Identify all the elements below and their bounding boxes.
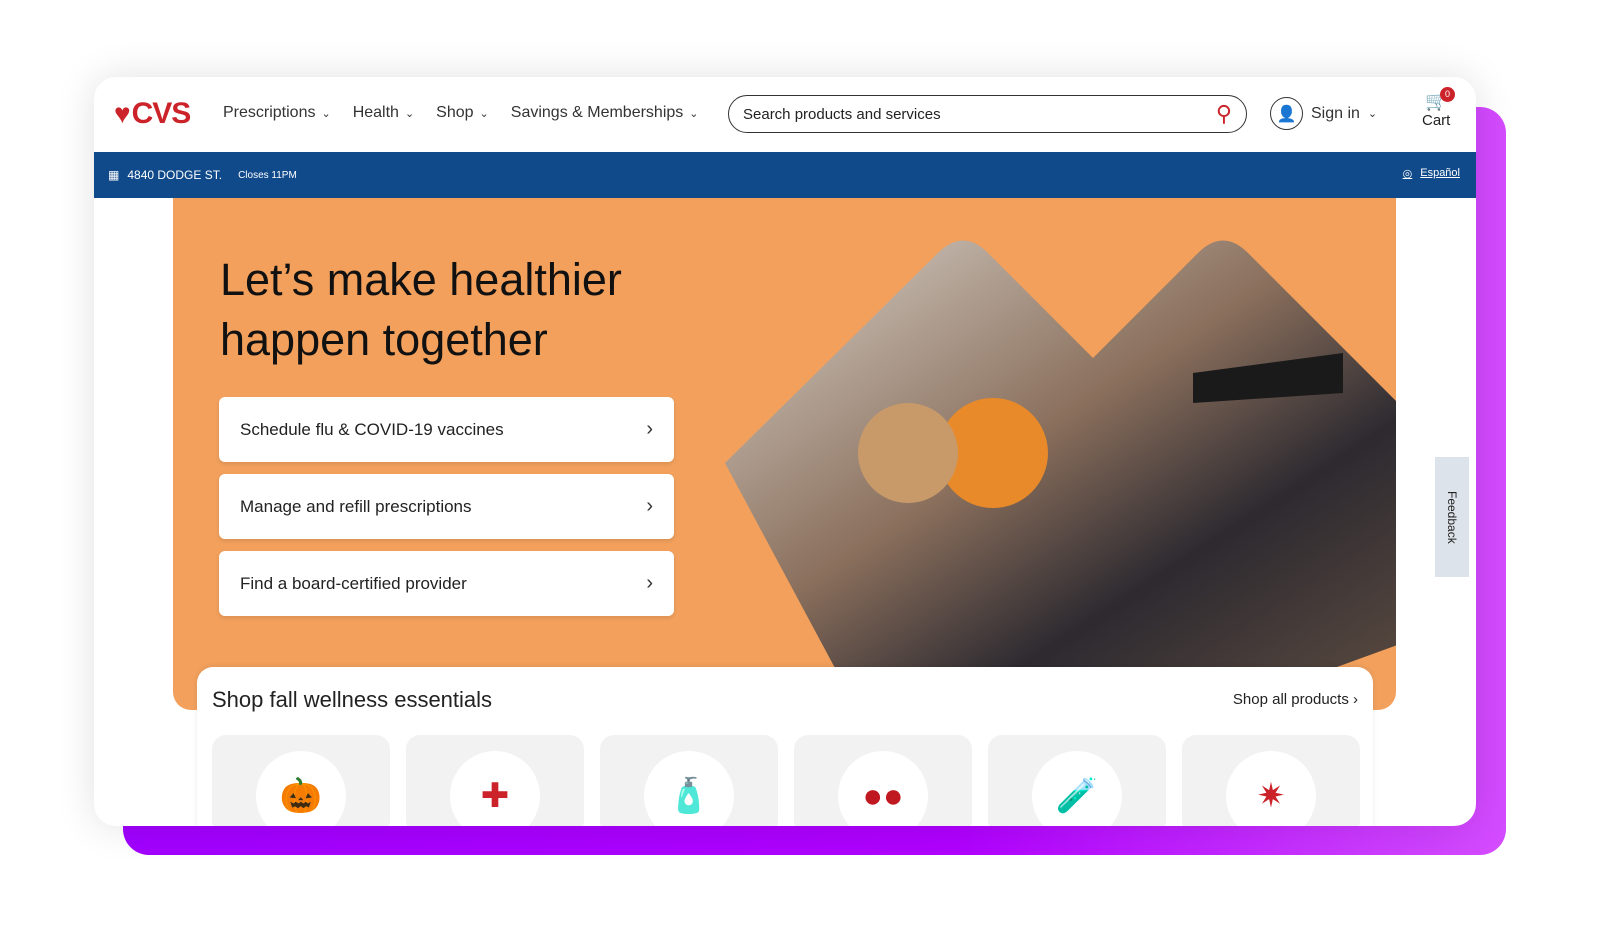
product-card[interactable]: 🎃 xyxy=(212,735,390,826)
cough-drops-icon: ●● xyxy=(838,751,928,826)
nav-shop[interactable]: Shop ⌄ xyxy=(436,104,489,122)
vitamin-bottle-icon: 🧴 xyxy=(644,751,734,826)
nav-label: Health xyxy=(352,104,399,121)
pumpkin-bucket-icon: 🎃 xyxy=(256,751,346,826)
cold-medicine-icon: 🧪 xyxy=(1032,751,1122,826)
store-hours: Closes 11PM xyxy=(238,169,297,181)
globe-icon: ◎ xyxy=(1402,168,1413,180)
chevron-right-icon: › xyxy=(646,495,653,517)
cta-label: Find a board-certified provider xyxy=(240,573,467,593)
cta-prescriptions[interactable]: Manage and refill prescriptions › xyxy=(219,474,674,539)
nav-savings[interactable]: Savings & Memberships ⌄ xyxy=(511,104,699,122)
language-link[interactable]: Español xyxy=(1420,167,1460,180)
first-aid-kit-icon: ✚ xyxy=(450,751,540,826)
feedback-tab[interactable]: Feedback xyxy=(1435,457,1469,577)
browser-window: ♥ CVS Prescriptions ⌄ Health ⌄ Shop ⌄ Saving… xyxy=(94,77,1476,826)
cta-provider[interactable]: Find a board-certified provider › xyxy=(219,551,674,616)
logo-text: CVS xyxy=(131,97,192,130)
chevron-right-icon: › xyxy=(646,572,653,594)
shop-title: Shop fall wellness essentials xyxy=(212,687,493,712)
product-card[interactable]: ✚ xyxy=(406,735,584,826)
chevron-down-icon: ⌄ xyxy=(404,107,415,120)
cvs-logo[interactable]: ♥ CVS xyxy=(114,97,192,131)
chevron-down-icon: ⌄ xyxy=(689,107,699,120)
search-icon[interactable]: ⚲ xyxy=(1216,101,1232,127)
cart-label: Cart xyxy=(1422,112,1451,129)
store-address[interactable]: 4840 DODGE ST. xyxy=(127,168,222,182)
header: ♥ CVS Prescriptions ⌄ Health ⌄ Shop ⌄ Saving… xyxy=(94,77,1476,152)
cta-label: Schedule flu & COVID-19 vaccines xyxy=(240,419,504,439)
sign-in-label: Sign in xyxy=(1311,104,1360,122)
shop-section: Shop fall wellness essentials Shop all p… xyxy=(197,667,1373,826)
cart-button[interactable]: 🛒 0 Cart xyxy=(1422,87,1455,129)
shop-all-label: Shop all products xyxy=(1232,691,1349,708)
hero-title: Let’s make healthier happen together xyxy=(220,254,622,365)
nav-prescriptions[interactable]: Prescriptions ⌄ xyxy=(223,104,331,122)
cta-label: Manage and refill prescriptions xyxy=(240,496,472,516)
chevron-down-icon: ⌄ xyxy=(321,107,331,120)
cart-count-badge: 0 xyxy=(1440,87,1455,102)
search-placeholder: Search products and services xyxy=(743,105,941,123)
product-card[interactable]: 🧴 xyxy=(600,735,778,826)
main-nav: Prescriptions ⌄ Health ⌄ Shop ⌄ Savings & M… xyxy=(223,104,699,122)
shop-all-link[interactable]: Shop all products › xyxy=(1233,691,1358,708)
chevron-down-icon: ⌄ xyxy=(479,107,489,120)
test-kit-icon: ✷ xyxy=(1226,751,1316,826)
user-icon: 👤 xyxy=(1270,97,1303,130)
hero-family-photo xyxy=(725,240,1396,683)
cta-vaccines[interactable]: Schedule flu & COVID-19 vaccines › xyxy=(219,397,674,462)
nav-health[interactable]: Health ⌄ xyxy=(353,104,414,122)
product-card[interactable]: ●● xyxy=(794,735,972,826)
store-icon: ▦ xyxy=(108,168,120,182)
sign-in-button[interactable]: 👤 Sign in ⌄ xyxy=(1270,97,1377,130)
product-card[interactable]: ✷ xyxy=(1182,735,1360,826)
nav-label: Shop xyxy=(436,104,474,121)
store-bar: ▦ 4840 DODGE ST. Closes 11PM ◎ Español xyxy=(94,152,1476,198)
heart-icon: ♥ xyxy=(114,98,131,129)
search-input[interactable]: Search products and services ⚲ xyxy=(728,95,1247,133)
hero-banner: Let’s make healthier happen together Sch… xyxy=(173,198,1396,710)
product-card[interactable]: 🧪 xyxy=(988,735,1166,826)
nav-label: Prescriptions xyxy=(223,104,316,121)
nav-label: Savings & Memberships xyxy=(510,104,684,121)
chevron-down-icon: ⌄ xyxy=(1367,108,1378,120)
chevron-right-icon: › xyxy=(646,418,653,440)
